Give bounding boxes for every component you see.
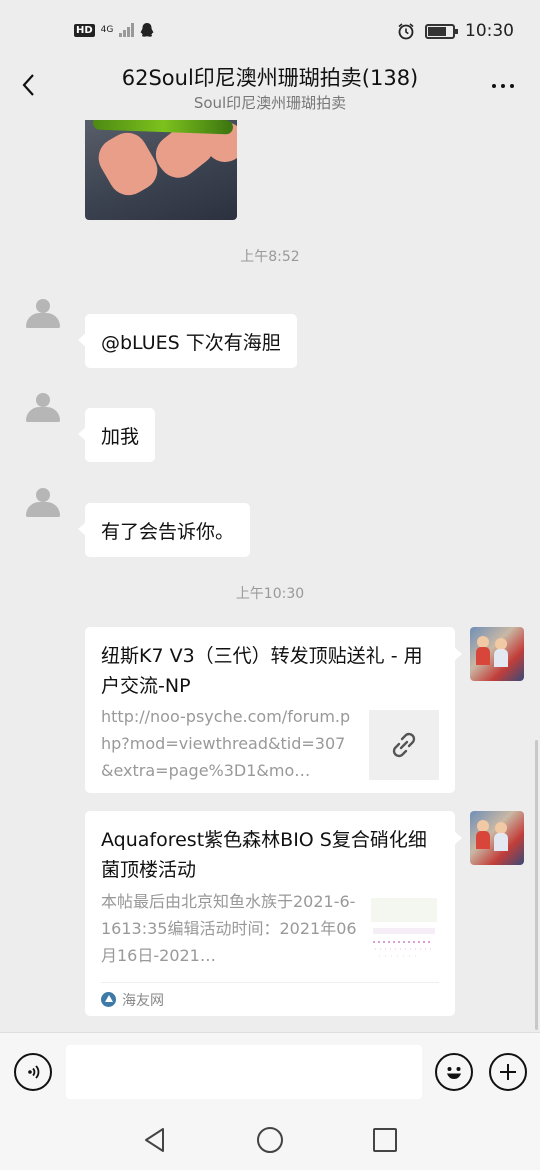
hd-icon: HD	[74, 23, 95, 37]
nav-back-icon[interactable]	[142, 1127, 168, 1153]
avatar[interactable]	[470, 627, 524, 681]
card-title: Aquaforest紫色森林BIO S复合硝化细菌顶楼活动	[101, 829, 427, 881]
link-card[interactable]: 纽斯K7 V3（三代）转发顶贴送礼 - 用户交流-NP http://noo-p…	[85, 627, 462, 793]
voice-icon[interactable]	[14, 1053, 52, 1091]
signal-icon	[119, 23, 135, 37]
link-icon	[369, 710, 439, 780]
nav-recents-icon[interactable]	[373, 1128, 397, 1152]
source-name: 海友网	[122, 992, 164, 1009]
card-source: 海友网	[101, 982, 439, 1016]
battery-icon	[425, 23, 458, 39]
input-bar	[0, 1032, 540, 1112]
nav-home-icon[interactable]	[257, 1127, 283, 1153]
message-bubble[interactable]: 加我	[77, 408, 156, 462]
avatar[interactable]	[470, 811, 524, 865]
chat-subtitle: Soul印尼澳州珊瑚拍卖	[193, 94, 347, 112]
card-title: 纽斯K7 V3（三代）转发顶贴送礼 - 用户交流-NP	[101, 645, 423, 697]
message-bubble[interactable]: @bLUES 下次有海胆	[78, 314, 297, 368]
status-time: 10:30	[465, 21, 514, 41]
scrollbar[interactable]	[535, 740, 538, 1030]
qq-notification-icon	[141, 23, 154, 37]
network-label: 4G	[100, 24, 114, 35]
plus-icon[interactable]	[489, 1053, 527, 1091]
avatar[interactable]	[22, 296, 64, 338]
system-nav-bar	[0, 1110, 540, 1170]
message-input[interactable]	[66, 1045, 422, 1099]
status-left: HD 4G	[74, 22, 154, 38]
emoji-icon[interactable]	[435, 1053, 473, 1091]
card-description: 本帖最后由北京知鱼水族于2021-6-1613:35编辑活动时间：2021年06…	[101, 892, 357, 965]
chat-title: 62Soul印尼澳州珊瑚拍卖(138)	[121, 66, 419, 90]
link-card[interactable]: Aquaforest紫色森林BIO S复合硝化细菌顶楼活动 本帖最后由北京知鱼水…	[85, 811, 462, 1016]
status-right: 10:30	[397, 21, 514, 41]
message-bubble[interactable]: 有了会告诉你。	[77, 503, 251, 557]
more-dots-icon[interactable]	[492, 84, 514, 88]
timestamp: 上午8:52	[240, 249, 300, 265]
avatar[interactable]	[22, 485, 64, 527]
chat-header: 62Soul印尼澳州珊瑚拍卖(138) Soul印尼澳州珊瑚拍卖	[0, 56, 540, 120]
alarm-icon	[398, 23, 414, 40]
card-description: http://noo-psyche.com/forum.php?mod=view…	[101, 707, 351, 780]
source-icon	[101, 992, 116, 1007]
card-thumbnail	[369, 894, 439, 964]
avatar[interactable]	[22, 390, 64, 432]
timestamp: 上午10:30	[235, 586, 305, 602]
